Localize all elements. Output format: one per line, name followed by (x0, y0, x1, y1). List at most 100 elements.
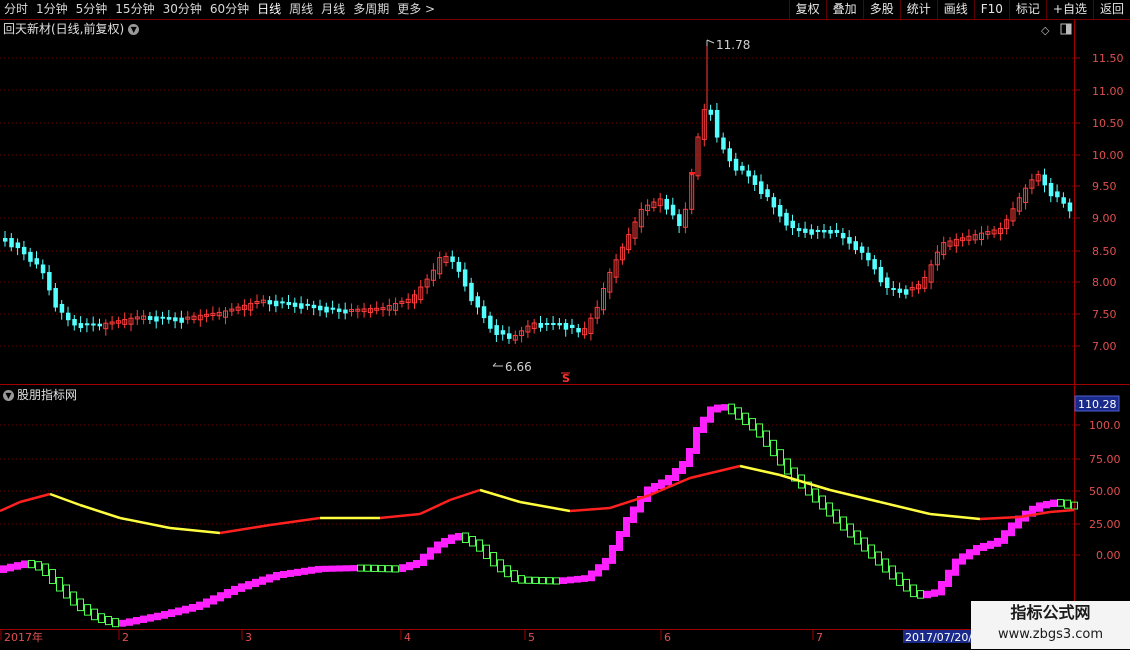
osc-block (742, 412, 749, 426)
indicator-tick-label: 100.0 (1089, 419, 1121, 432)
osc-block (504, 565, 511, 578)
osc-block (329, 565, 336, 572)
osc-block (210, 595, 217, 605)
indicator-tick-label: 75.00 (1089, 453, 1121, 466)
ma-segment (419, 498, 451, 516)
osc-block (252, 578, 259, 588)
candle-body (91, 323, 96, 326)
ma-segment (49, 492, 81, 507)
candle-body (740, 165, 745, 171)
osc-block (973, 545, 980, 556)
candle-body (557, 323, 562, 326)
candle-body (173, 317, 178, 322)
diamond-icon[interactable]: ◇ (1041, 24, 1050, 37)
candle-body (475, 296, 480, 308)
candle-body (859, 246, 865, 253)
osc-block (812, 488, 819, 503)
kline-chart-canvas[interactable]: 11.50 11.00 10.50 10.00 9.50 9.00 8.50 8… (0, 0, 1130, 650)
indicator-title: 股朋指标网 (17, 388, 78, 402)
osc-block (882, 558, 889, 573)
candle-body (166, 317, 172, 320)
candle-body (462, 269, 468, 287)
osc-block (294, 568, 301, 576)
osc-block (959, 553, 966, 565)
osc-block (217, 592, 224, 602)
candle-body (777, 205, 783, 217)
osc-block (553, 577, 560, 585)
sell-signal-marker: S (562, 372, 570, 385)
osc-block (441, 538, 448, 548)
chevron-down-icon[interactable]: ▼ (3, 390, 14, 401)
candle-body (670, 204, 676, 216)
osc-block (749, 418, 756, 431)
candle-body (834, 230, 840, 233)
candle-body (853, 241, 858, 251)
candle-body (40, 264, 46, 274)
osc-block (1043, 501, 1050, 509)
candle-body (1042, 174, 1047, 186)
osc-block (1057, 499, 1064, 507)
ma-segment (19, 492, 51, 504)
osc-block (280, 570, 287, 578)
osc-block (357, 564, 364, 572)
osc-block (1064, 499, 1071, 509)
candle-body (733, 158, 739, 171)
ma-segment (979, 515, 1021, 521)
candle-body (903, 289, 909, 295)
osc-block (385, 565, 392, 573)
osc-block (392, 565, 399, 573)
osc-block (378, 564, 385, 573)
watermark-title: 指标公式网 (1010, 603, 1091, 622)
candle-body (97, 323, 102, 327)
price-tick-label: 7.50 (1092, 308, 1117, 321)
price-tick-label: 8.50 (1092, 245, 1117, 258)
osc-block (658, 479, 665, 489)
price-grid (0, 57, 1080, 556)
high-marker-arrow (706, 39, 715, 44)
current-indicator-value: 110.28 (1078, 398, 1117, 411)
candle-body (866, 252, 871, 261)
candle-body (147, 316, 153, 320)
osc-block (126, 618, 133, 626)
candle-body (488, 315, 493, 329)
osc-block (1050, 499, 1057, 507)
osc-block (28, 559, 35, 569)
osc-block (147, 614, 154, 622)
candle-body (809, 229, 814, 235)
indicator-tick-label: 0.00 (1096, 549, 1121, 562)
candle-body (872, 259, 877, 270)
candle-body (66, 312, 71, 321)
candle-body (450, 256, 455, 262)
osc-block (154, 612, 161, 621)
ma-segment (379, 512, 421, 520)
date-tick-label: 5 (528, 631, 535, 644)
osc-block (910, 584, 917, 598)
osc-block (70, 591, 77, 606)
osc-block (861, 537, 868, 552)
candle-body (500, 330, 506, 335)
osc-block (833, 509, 840, 524)
candle-body (1061, 197, 1066, 204)
candle-body (267, 300, 273, 305)
candle-body (576, 328, 581, 333)
osc-block (63, 584, 70, 599)
candle-body (299, 303, 304, 309)
osc-block (56, 576, 63, 592)
osc-block (168, 609, 175, 617)
osc-block (266, 574, 273, 583)
osc-block (49, 569, 56, 584)
osc-block (1008, 522, 1015, 537)
date-tick-label: 7 (816, 631, 823, 644)
candle-body (318, 305, 323, 311)
candle-body (53, 287, 58, 308)
candle-body (759, 181, 764, 195)
ma-segment (79, 503, 121, 520)
candle-body (708, 109, 714, 115)
candle-body (273, 300, 279, 307)
candle-body (677, 214, 682, 227)
moving-average-series (0, 464, 1075, 535)
price-tick-label: 8.00 (1092, 276, 1117, 289)
osc-block (119, 619, 126, 627)
ma-segment (929, 512, 981, 521)
candle-body (714, 110, 720, 138)
